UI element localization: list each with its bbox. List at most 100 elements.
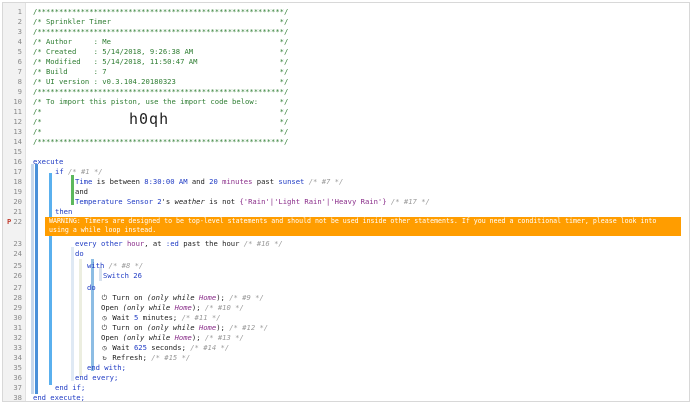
line-number: 34 <box>13 353 22 362</box>
line-number: 24 <box>13 249 22 258</box>
time-operand: Time <box>75 177 93 186</box>
power-icon: ⏻ <box>101 323 108 332</box>
if-keyword: if <box>55 167 64 176</box>
end-execute-keyword[interactable]: end execute; <box>33 393 85 401</box>
statement-id: /* #17 */ <box>390 197 430 206</box>
with-keyword: with <box>87 261 105 270</box>
closing-text: ); <box>216 293 225 302</box>
line-number-gutter: 1 2 3 4 5 6 7 8 9 10 11 12 13 14 15 16 1… <box>3 3 26 401</box>
at-text: , at <box>144 239 166 248</box>
condition-time[interactable]: Time is between 8:30:00 AM and 20 minute… <box>75 177 343 187</box>
past-text: past <box>252 177 279 186</box>
line-number: 25 <box>13 261 22 270</box>
statement-id: /* #1 */ <box>67 167 103 176</box>
possessive-text: 's <box>161 197 175 206</box>
device-switch[interactable]: Switch 26 <box>103 271 142 281</box>
offset-unit: minutes <box>217 177 253 186</box>
mode-value: Home <box>198 293 217 302</box>
line-number: 23 <box>13 239 22 248</box>
statement-id: /* #16 */ <box>243 239 283 248</box>
line-number: 11 <box>13 107 22 116</box>
closing-text: ); <box>191 303 201 312</box>
minute-value: :ed <box>165 239 179 248</box>
line-number: 14 <box>13 137 22 146</box>
task-open[interactable]: Open (only while Home); /* #10 */ <box>101 303 244 313</box>
import-code[interactable]: h0qh <box>129 110 169 128</box>
condition-text: (only while <box>142 293 199 302</box>
line-number: 13 <box>13 127 22 136</box>
past-hour-text: past the hour <box>178 239 244 248</box>
statement-id: /* #12 */ <box>229 323 269 332</box>
clock-icon: ◷ <box>102 313 107 322</box>
device-name: Temperature Sensor 2 <box>75 197 162 206</box>
code-area: /***************************************… <box>27 3 689 401</box>
statement-id: /* #11 */ <box>181 313 221 322</box>
header-comment: /* Modified : 5/14/2018, 11:50:47 AM */ <box>33 57 289 66</box>
header-comment: /***************************************… <box>33 137 289 146</box>
header-comment: /* Sprinkler Timer */ <box>33 17 289 26</box>
clock-icon: ◷ <box>102 343 107 352</box>
line-number: 4 <box>17 37 22 46</box>
and-operator[interactable]: and <box>75 187 88 197</box>
line-number: 3 <box>17 27 22 36</box>
operator-text: is between <box>92 177 145 186</box>
header-comment: /* Build : 7 */ <box>33 67 289 76</box>
statement-id: /* #14 */ <box>190 343 230 352</box>
wait-unit: minutes; <box>138 313 178 322</box>
if-statement[interactable]: if /* #1 */ <box>55 167 103 177</box>
offset-value: 20 <box>209 177 218 186</box>
power-icon: ⏻ <box>101 293 108 302</box>
do-keyword[interactable]: do <box>75 249 84 259</box>
mode-value: Home <box>174 303 192 312</box>
condition-text: (only while <box>142 323 199 332</box>
with-statement[interactable]: with /* #8 */ <box>87 261 143 271</box>
line-number: 5 <box>17 47 22 56</box>
task-turn-on[interactable]: ⏻ Turn on (only while Home); /* #9 */ <box>101 293 264 303</box>
header-comment: /***************************************… <box>33 87 289 96</box>
header-comment: /***************************************… <box>33 27 289 36</box>
interval-unit: hour <box>126 239 145 248</box>
closing-text: ); <box>216 323 225 332</box>
every-keyword: every other <box>75 239 127 248</box>
line-number: 38 <box>13 393 22 402</box>
task-wait-seconds[interactable]: ◷ Wait 625 seconds; /* #14 */ <box>101 343 229 353</box>
task-open[interactable]: Open (only while Home); /* #13 */ <box>101 333 244 343</box>
closing-text: ); <box>191 333 201 342</box>
line-number: 8 <box>17 77 22 86</box>
task-refresh[interactable]: ↻ Refresh; /* #15 */ <box>101 353 190 363</box>
sunset-value: sunset <box>278 177 305 186</box>
command-text: Wait <box>112 343 134 352</box>
execute-keyword[interactable]: execute <box>33 157 63 167</box>
task-wait-minutes[interactable]: ◷ Wait 5 minutes; /* #11 */ <box>101 313 221 323</box>
task-turn-on[interactable]: ⏻ Turn on (only while Home); /* #12 */ <box>101 323 268 333</box>
line-number: 26 <box>13 271 22 280</box>
header-comment: /* Created : 5/14/2018, 9:26:38 AM */ <box>33 47 289 56</box>
command-text: Open <box>101 333 119 342</box>
wait-unit: seconds; <box>146 343 186 352</box>
line-number: 28 <box>13 293 22 302</box>
line-number: 10 <box>13 97 22 106</box>
end-with-keyword[interactable]: end with; <box>87 363 126 373</box>
end-every-keyword[interactable]: end every; <box>75 373 118 383</box>
do-keyword[interactable]: do <box>87 283 96 293</box>
condition-text: (only while <box>118 333 175 342</box>
line-number: 21 <box>13 207 22 216</box>
attribute-name: weather <box>174 197 205 206</box>
weather-values: {'Rain'|'Light Rain'|'Heavy Rain'} <box>239 197 387 206</box>
line-number: 31 <box>13 323 22 332</box>
end-if-keyword[interactable]: end if; <box>55 383 85 393</box>
every-statement[interactable]: every other hour, at :ed past the hour /… <box>75 239 283 249</box>
wait-value: 625 <box>133 343 147 352</box>
line-number: 18 <box>13 177 22 186</box>
start-time: 8:30:00 AM <box>144 177 188 186</box>
command-text: Turn on <box>112 323 143 332</box>
line-number: 27 <box>13 283 22 292</box>
line-number: 35 <box>13 363 22 372</box>
then-keyword[interactable]: then <box>55 207 72 217</box>
line-number: 6 <box>17 57 22 66</box>
condition-weather[interactable]: Temperature Sensor 2's weather is not {'… <box>75 197 430 207</box>
header-comment: /* UI version : v0.3.104.20180323 */ <box>33 77 289 86</box>
line-number: 15 <box>13 147 22 156</box>
header-comment: /* */ <box>33 127 289 136</box>
command-text: Refresh; <box>112 353 147 362</box>
